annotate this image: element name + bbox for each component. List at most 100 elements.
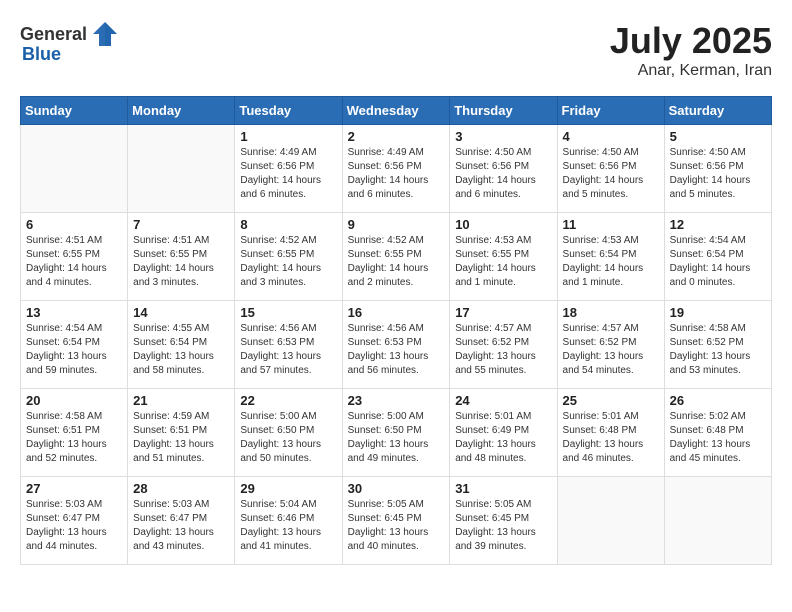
day-info: Sunrise: 5:00 AMSunset: 6:50 PMDaylight:… xyxy=(240,410,336,466)
calendar-week-row: 27 Sunrise: 5:03 AMSunset: 6:47 PMDayligh… xyxy=(21,477,772,565)
day-number: 4 xyxy=(563,129,659,144)
calendar-day-cell: 31 Sunrise: 5:05 AMSunset: 6:45 PMDayligh… xyxy=(450,477,557,565)
day-number: 1 xyxy=(240,129,336,144)
month-year-title: July 2025 xyxy=(610,20,772,62)
calendar-day-cell: 9 Sunrise: 4:52 AMSunset: 6:55 PMDaylight… xyxy=(342,213,450,301)
day-info: Sunrise: 5:05 AMSunset: 6:45 PMDaylight:… xyxy=(348,498,445,554)
calendar-day-cell: 24 Sunrise: 5:01 AMSunset: 6:49 PMDayligh… xyxy=(450,389,557,477)
day-number: 23 xyxy=(348,393,445,408)
day-number: 12 xyxy=(670,217,766,232)
calendar-day-cell: 2 Sunrise: 4:49 AMSunset: 6:56 PMDaylight… xyxy=(342,125,450,213)
day-info: Sunrise: 4:53 AMSunset: 6:55 PMDaylight:… xyxy=(455,234,551,290)
logo-icon xyxy=(91,20,119,48)
calendar-day-cell: 28 Sunrise: 5:03 AMSunset: 6:47 PMDayligh… xyxy=(128,477,235,565)
day-info: Sunrise: 4:52 AMSunset: 6:55 PMDaylight:… xyxy=(348,234,445,290)
calendar-day-cell: 8 Sunrise: 4:52 AMSunset: 6:55 PMDaylight… xyxy=(235,213,342,301)
day-info: Sunrise: 4:51 AMSunset: 6:55 PMDaylight:… xyxy=(26,234,122,290)
calendar-day-cell: 20 Sunrise: 4:58 AMSunset: 6:51 PMDayligh… xyxy=(21,389,128,477)
logo-general: General xyxy=(20,24,87,45)
day-number: 28 xyxy=(133,481,229,496)
day-info: Sunrise: 4:56 AMSunset: 6:53 PMDaylight:… xyxy=(348,322,445,378)
day-number: 11 xyxy=(563,217,659,232)
day-of-week-header: Sunday xyxy=(21,97,128,125)
day-number: 8 xyxy=(240,217,336,232)
day-number: 18 xyxy=(563,305,659,320)
day-number: 27 xyxy=(26,481,122,496)
logo: General Blue xyxy=(20,20,119,65)
day-info: Sunrise: 4:55 AMSunset: 6:54 PMDaylight:… xyxy=(133,322,229,378)
calendar-day-cell: 1 Sunrise: 4:49 AMSunset: 6:56 PMDaylight… xyxy=(235,125,342,213)
calendar-day-cell: 26 Sunrise: 5:02 AMSunset: 6:48 PMDayligh… xyxy=(664,389,771,477)
calendar-day-cell: 25 Sunrise: 5:01 AMSunset: 6:48 PMDayligh… xyxy=(557,389,664,477)
day-info: Sunrise: 5:01 AMSunset: 6:48 PMDaylight:… xyxy=(563,410,659,466)
day-info: Sunrise: 4:54 AMSunset: 6:54 PMDaylight:… xyxy=(670,234,766,290)
day-info: Sunrise: 5:01 AMSunset: 6:49 PMDaylight:… xyxy=(455,410,551,466)
page-header: General Blue July 2025 Anar, Kerman, Ira… xyxy=(20,20,772,80)
calendar-day-cell xyxy=(557,477,664,565)
day-info: Sunrise: 4:54 AMSunset: 6:54 PMDaylight:… xyxy=(26,322,122,378)
day-number: 3 xyxy=(455,129,551,144)
calendar-day-cell: 19 Sunrise: 4:58 AMSunset: 6:52 PMDayligh… xyxy=(664,301,771,389)
day-number: 25 xyxy=(563,393,659,408)
day-number: 19 xyxy=(670,305,766,320)
calendar-day-cell: 21 Sunrise: 4:59 AMSunset: 6:51 PMDayligh… xyxy=(128,389,235,477)
day-number: 24 xyxy=(455,393,551,408)
day-number: 29 xyxy=(240,481,336,496)
day-info: Sunrise: 4:52 AMSunset: 6:55 PMDaylight:… xyxy=(240,234,336,290)
day-info: Sunrise: 4:59 AMSunset: 6:51 PMDaylight:… xyxy=(133,410,229,466)
day-info: Sunrise: 4:53 AMSunset: 6:54 PMDaylight:… xyxy=(563,234,659,290)
day-number: 9 xyxy=(348,217,445,232)
day-info: Sunrise: 5:05 AMSunset: 6:45 PMDaylight:… xyxy=(455,498,551,554)
day-info: Sunrise: 4:49 AMSunset: 6:56 PMDaylight:… xyxy=(240,146,336,202)
day-info: Sunrise: 4:57 AMSunset: 6:52 PMDaylight:… xyxy=(563,322,659,378)
calendar-day-cell xyxy=(128,125,235,213)
day-number: 26 xyxy=(670,393,766,408)
day-number: 16 xyxy=(348,305,445,320)
day-number: 7 xyxy=(133,217,229,232)
location-subtitle: Anar, Kerman, Iran xyxy=(610,62,772,80)
calendar-day-cell: 4 Sunrise: 4:50 AMSunset: 6:56 PMDaylight… xyxy=(557,125,664,213)
calendar-day-cell: 15Sunrise: 4:56 AMSunset: 6:53 PMDayligh… xyxy=(235,301,342,389)
calendar-day-cell: 6 Sunrise: 4:51 AMSunset: 6:55 PMDaylight… xyxy=(21,213,128,301)
day-number: 6 xyxy=(26,217,122,232)
day-number: 17 xyxy=(455,305,551,320)
calendar-day-cell: 5Sunrise: 4:50 AMSunset: 6:56 PMDaylight… xyxy=(664,125,771,213)
calendar-day-cell: 12 Sunrise: 4:54 AMSunset: 6:54 PMDayligh… xyxy=(664,213,771,301)
day-number: 21 xyxy=(133,393,229,408)
calendar-week-row: 1 Sunrise: 4:49 AMSunset: 6:56 PMDaylight… xyxy=(21,125,772,213)
calendar-table: SundayMondayTuesdayWednesdayThursdayFrid… xyxy=(20,96,772,565)
day-number: 13 xyxy=(26,305,122,320)
calendar-week-row: 13 Sunrise: 4:54 AMSunset: 6:54 PMDayligh… xyxy=(21,301,772,389)
calendar-day-cell xyxy=(664,477,771,565)
day-info: Sunrise: 4:58 AMSunset: 6:51 PMDaylight:… xyxy=(26,410,122,466)
day-of-week-header: Tuesday xyxy=(235,97,342,125)
day-info: Sunrise: 5:02 AMSunset: 6:48 PMDaylight:… xyxy=(670,410,766,466)
day-of-week-header: Friday xyxy=(557,97,664,125)
calendar-day-cell: 22 Sunrise: 5:00 AMSunset: 6:50 PMDayligh… xyxy=(235,389,342,477)
day-info: Sunrise: 4:50 AMSunset: 6:56 PMDaylight:… xyxy=(563,146,659,202)
calendar-week-row: 6 Sunrise: 4:51 AMSunset: 6:55 PMDaylight… xyxy=(21,213,772,301)
day-of-week-header: Saturday xyxy=(664,97,771,125)
calendar-day-cell: 18 Sunrise: 4:57 AMSunset: 6:52 PMDayligh… xyxy=(557,301,664,389)
day-info: Sunrise: 4:49 AMSunset: 6:56 PMDaylight:… xyxy=(348,146,445,202)
day-number: 31 xyxy=(455,481,551,496)
day-info: Sunrise: 5:03 AMSunset: 6:47 PMDaylight:… xyxy=(133,498,229,554)
calendar-day-cell: 30Sunrise: 5:05 AMSunset: 6:45 PMDayligh… xyxy=(342,477,450,565)
day-info: Sunrise: 4:50 AMSunset: 6:56 PMDaylight:… xyxy=(455,146,551,202)
calendar-day-cell: 27Sunrise: 5:03 AMSunset: 6:47 PMDayligh… xyxy=(21,477,128,565)
day-number: 20 xyxy=(26,393,122,408)
calendar-day-cell: 29Sunrise: 5:04 AMSunset: 6:46 PMDayligh… xyxy=(235,477,342,565)
calendar-day-cell: 23 Sunrise: 5:00 AMSunset: 6:50 PMDayligh… xyxy=(342,389,450,477)
day-info: Sunrise: 4:58 AMSunset: 6:52 PMDaylight:… xyxy=(670,322,766,378)
day-info: Sunrise: 4:56 AMSunset: 6:53 PMDaylight:… xyxy=(240,322,336,378)
day-number: 22 xyxy=(240,393,336,408)
day-number: 14 xyxy=(133,305,229,320)
day-info: Sunrise: 5:00 AMSunset: 6:50 PMDaylight:… xyxy=(348,410,445,466)
day-of-week-header: Wednesday xyxy=(342,97,450,125)
day-info: Sunrise: 4:51 AMSunset: 6:55 PMDaylight:… xyxy=(133,234,229,290)
day-of-week-header: Monday xyxy=(128,97,235,125)
day-number: 5 xyxy=(670,129,766,144)
calendar-header-row: SundayMondayTuesdayWednesdayThursdayFrid… xyxy=(21,97,772,125)
calendar-day-cell: 16 Sunrise: 4:56 AMSunset: 6:53 PMDayligh… xyxy=(342,301,450,389)
day-number: 2 xyxy=(348,129,445,144)
